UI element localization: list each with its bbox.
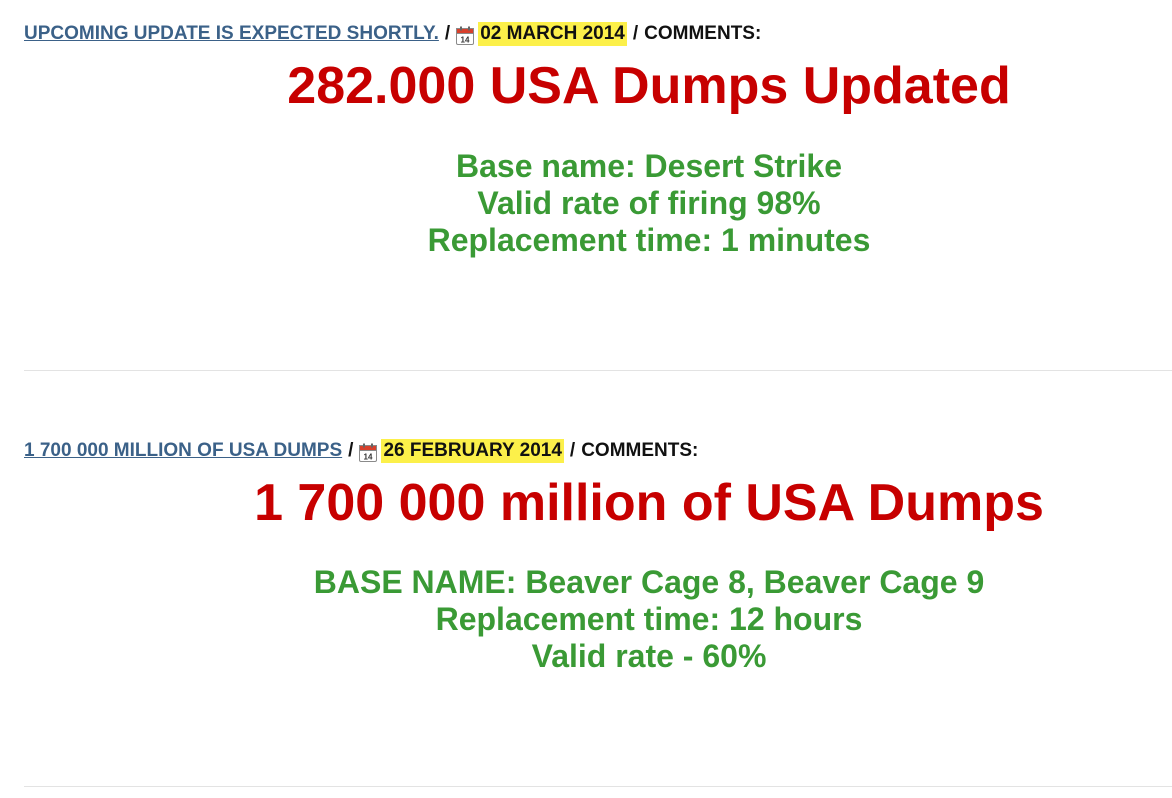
post-date: 26 FEBRUARY 2014 [381,439,564,463]
post-headline: 282.000 USA Dumps Updated [287,57,1011,115]
post-date: 02 MARCH 2014 [478,22,627,46]
post-divider [24,786,1172,787]
meta-separator: / [569,440,576,461]
comments-label: COMMENTS: [581,440,699,461]
detail-line: Replacement time: 1 minutes [427,222,871,258]
meta-separator: / [444,23,451,44]
detail-line: Valid rate - 60% [531,638,767,674]
post-divider [24,370,1172,371]
calendar-icon: 14 [359,443,378,462]
post-details: BASE NAME: Beaver Cage 8, Beaver Cage 9 … [0,564,1172,675]
meta-separator: / [632,23,639,44]
post-details: Base name: Desert Strike Valid rate of f… [0,148,1172,259]
detail-line: Valid rate of firing 98% [477,185,821,221]
comments-label: COMMENTS: [644,23,762,44]
post-title-link[interactable]: 1 700 000 MILLION OF USA DUMPS [24,440,342,462]
post-meta: UPCOMING UPDATE IS EXPECTED SHORTLY. / 1… [24,21,761,47]
detail-line: Base name: Desert Strike [456,148,842,184]
post-meta: 1 700 000 MILLION OF USA DUMPS / 14 26 F… [24,438,698,464]
detail-line: BASE NAME: Beaver Cage 8, Beaver Cage 9 [313,564,985,600]
detail-line: Replacement time: 12 hours [435,601,863,637]
meta-separator: / [348,440,354,461]
calendar-icon: 14 [456,26,475,45]
calendar-day: 14 [461,35,470,44]
post-title-link[interactable]: UPCOMING UPDATE IS EXPECTED SHORTLY. [24,23,439,45]
calendar-day: 14 [364,452,373,461]
post-headline: 1 700 000 million of USA Dumps [254,474,1044,532]
